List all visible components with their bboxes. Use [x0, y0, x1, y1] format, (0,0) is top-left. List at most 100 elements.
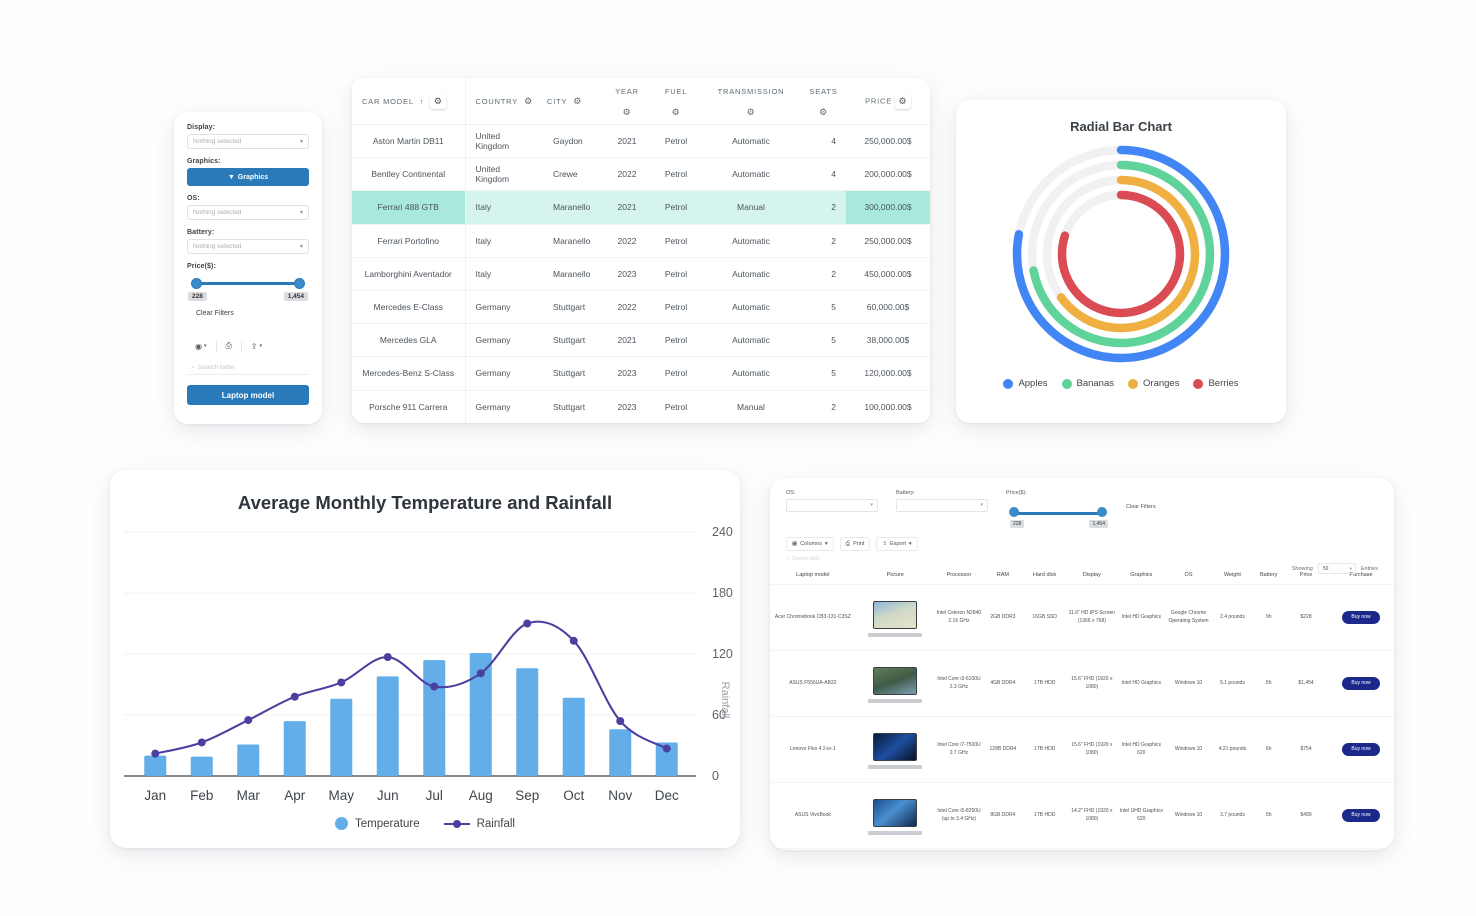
legend-item-bananas[interactable]: Bananas: [1061, 378, 1114, 389]
laptop-col-header[interactable]: Graphics: [1117, 566, 1166, 585]
point-oct[interactable]: [569, 636, 578, 645]
table-row[interactable]: ASUS VivoBook Intel Core i5-8250U (up to …: [770, 782, 1394, 849]
car-table-scroll[interactable]: CAR MODEL ↑ ⚙ COUNTRY ⚙ CITY ⚙ YEAR ⚙ FU…: [352, 78, 930, 423]
bar-oct[interactable]: [562, 697, 585, 776]
laptop-battery-select[interactable]: ▾: [896, 499, 988, 512]
legend-item-berries[interactable]: Berries: [1193, 378, 1239, 389]
point-sep[interactable]: [523, 619, 532, 628]
laptop-col-header[interactable]: Hard disk: [1022, 566, 1067, 585]
gear-icon[interactable]: ⚙: [524, 96, 533, 107]
point-aug[interactable]: [476, 669, 485, 678]
clear-filters-button[interactable]: Clear Filters: [196, 310, 309, 317]
gear-icon[interactable]: ⚙: [819, 107, 828, 118]
laptop-col-header[interactable]: Weight: [1211, 566, 1254, 585]
table-row[interactable]: Ferrari Portofino Italy Maranello 2022 Petro…: [352, 224, 930, 258]
print-toolbar-button[interactable]: ⎙: [222, 339, 236, 353]
bar-jan[interactable]: [144, 755, 167, 776]
legend-item-apples[interactable]: Apples: [1003, 378, 1048, 389]
point-nov[interactable]: [616, 717, 625, 726]
laptop-col-header[interactable]: RAM: [983, 566, 1023, 585]
slider-handle-min[interactable]: [1009, 507, 1019, 517]
laptop-col-header[interactable]: Laptop model: [770, 566, 856, 585]
table-row[interactable]: Mercedes GLA Germany Stuttgart 2021 Petrol Au…: [352, 323, 930, 358]
bar-feb[interactable]: [190, 756, 213, 776]
buy-now-button[interactable]: Buy now: [1342, 676, 1380, 691]
table-row[interactable]: Ferrari 488 GTB Italy Maranello 2021 Petrol M…: [352, 190, 930, 225]
bar-mar[interactable]: [237, 744, 260, 776]
gear-icon[interactable]: ⚙: [430, 93, 447, 109]
point-feb[interactable]: [197, 738, 206, 747]
laptop-os-select[interactable]: ▾: [786, 499, 878, 512]
buy-now-button[interactable]: Buy now: [1342, 808, 1380, 823]
rainfall-line[interactable]: [155, 620, 668, 755]
table-row[interactable]: Acer Chromebook CB3-131-C3SZ Intel Celero…: [770, 584, 1394, 651]
slider-handle-max[interactable]: [1097, 507, 1107, 517]
bar-apr[interactable]: [283, 721, 306, 776]
laptop-model-button[interactable]: Laptop model: [187, 385, 309, 405]
laptop-clear-filters-button[interactable]: Clear Filters: [1126, 504, 1156, 510]
entries-select[interactable]: 50 ▾: [1317, 563, 1356, 574]
gear-icon[interactable]: ⚙: [573, 96, 582, 107]
laptop-col-header[interactable]: Battery: [1253, 566, 1285, 585]
bar-jun[interactable]: [376, 676, 399, 776]
col-header-price[interactable]: PRICE ⚙: [846, 78, 930, 125]
eye-toolbar-button[interactable]: ◉ ▾: [191, 340, 211, 353]
bar-nov[interactable]: [609, 729, 632, 776]
cell-country: Germany: [464, 290, 543, 325]
table-row[interactable]: Lamborghini Aventador Italy Maranello 2023 P…: [352, 257, 930, 291]
laptop-col-header[interactable]: Processor: [934, 566, 984, 585]
buy-now-button[interactable]: Buy now: [1342, 610, 1380, 625]
bar-may[interactable]: [330, 698, 353, 776]
sort-ascending-icon[interactable]: ↑: [420, 97, 425, 106]
col-header-country[interactable]: COUNTRY ⚙: [464, 78, 543, 125]
point-apr[interactable]: [290, 692, 299, 701]
col-header-transmission[interactable]: TRANSMISSION ⚙: [701, 78, 801, 125]
point-jun[interactable]: [383, 653, 392, 662]
gear-icon[interactable]: ⚙: [672, 107, 681, 118]
buy-now-button[interactable]: Buy now: [1342, 742, 1380, 757]
col-header-car-model[interactable]: CAR MODEL ↑ ⚙: [352, 78, 465, 125]
col-header-fuel[interactable]: FUEL ⚙: [651, 78, 701, 125]
table-row[interactable]: Mercedes-Benz S-Class Germany Stuttgart 202…: [352, 356, 930, 391]
col-header-city[interactable]: CITY ⚙: [543, 78, 603, 125]
table-row[interactable]: Bentley Continental United Kingdom Crewe 20…: [352, 157, 930, 192]
point-dec[interactable]: [662, 744, 671, 753]
table-row[interactable]: Aston Martin DB11 United Kingdom Gaydon 202…: [352, 124, 930, 159]
battery-select[interactable]: Nothing selected ▾: [187, 239, 309, 254]
col-header-seats[interactable]: SEATS ⚙: [801, 78, 846, 125]
laptop-col-header[interactable]: Picture: [855, 566, 935, 585]
point-jan[interactable]: [151, 749, 160, 758]
legend-item-temperature[interactable]: Temperature: [335, 817, 420, 830]
table-row[interactable]: ASUS F556UA-AB32 Intel Core i3-6100U 2.3 …: [770, 650, 1394, 717]
search-input[interactable]: ⌕ Search table: [187, 361, 309, 375]
laptop-search-input[interactable]: ⌕ Search table: [770, 551, 1394, 562]
slider-handle-max[interactable]: [294, 278, 305, 289]
print-button[interactable]: ⎙ Print: [839, 537, 871, 551]
table-row[interactable]: Mercedes E-Class Germany Stuttgart 2022 Petr…: [352, 290, 930, 325]
os-select[interactable]: Nothing selected ▾: [187, 205, 309, 220]
bar-jul[interactable]: [423, 660, 446, 776]
laptop-price-range-slider[interactable]: 228 1,454: [1008, 499, 1108, 529]
table-row[interactable]: Porsche 911 Carrera Germany Stuttgart 2023 P…: [352, 390, 930, 423]
bar-sep[interactable]: [516, 668, 539, 776]
laptop-col-header[interactable]: Display: [1066, 566, 1118, 585]
graphics-button[interactable]: ▼ Graphics: [187, 168, 309, 186]
col-header-year[interactable]: YEAR ⚙: [603, 78, 651, 125]
table-row[interactable]: Lenovo Flex 4 2-in-1 Intel Core i7-7500U …: [770, 716, 1394, 783]
point-mar[interactable]: [244, 716, 253, 725]
display-select[interactable]: Nothing selected ▾: [187, 134, 309, 149]
slider-handle-min[interactable]: [191, 278, 202, 289]
export-toolbar-button[interactable]: ⇪ ▾: [247, 340, 266, 353]
price-range-slider[interactable]: 228 1,454: [187, 278, 309, 304]
gear-icon[interactable]: ⚙: [894, 93, 911, 109]
col-label-city: CITY: [547, 96, 568, 106]
gear-icon[interactable]: ⚙: [623, 107, 632, 118]
point-may[interactable]: [337, 678, 346, 687]
laptop-col-header[interactable]: OS: [1165, 566, 1212, 585]
export-button[interactable]: ⇪ Export ▾: [876, 537, 918, 551]
columns-button[interactable]: ▦ Columns ▾: [786, 537, 834, 551]
legend-item-oranges[interactable]: Oranges: [1128, 378, 1179, 389]
point-jul[interactable]: [430, 682, 439, 691]
gear-icon[interactable]: ⚙: [747, 107, 756, 118]
legend-item-rainfall[interactable]: Rainfall: [443, 818, 515, 830]
